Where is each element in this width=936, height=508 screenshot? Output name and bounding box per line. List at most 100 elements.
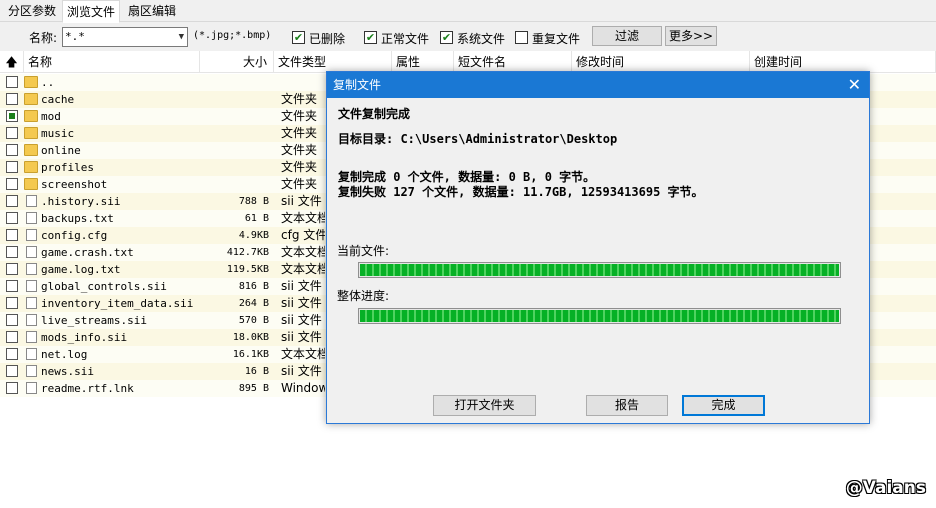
row-name: .. bbox=[41, 76, 55, 89]
deleted-label: 已删除 bbox=[309, 32, 346, 46]
open-folder-button[interactable]: 打开文件夹 bbox=[433, 395, 536, 416]
current-file-progress bbox=[358, 262, 841, 278]
row-size: 16 B bbox=[244, 366, 269, 377]
copy-fail-summary: 复制失败 127 个文件, 数据量: 11.7GB, 12593413695 字… bbox=[338, 185, 704, 199]
file-icon bbox=[26, 331, 37, 343]
row-name: net.log bbox=[41, 348, 88, 361]
report-button[interactable]: 报告 bbox=[586, 395, 668, 416]
row-type: cfg 文件 bbox=[281, 228, 325, 242]
duplicate-files-checkbox[interactable] bbox=[515, 31, 528, 44]
row-checkbox[interactable] bbox=[6, 263, 18, 275]
row-type: sii 文件 bbox=[281, 296, 322, 310]
row-size: 895 B bbox=[238, 383, 269, 394]
row-checkbox[interactable] bbox=[6, 127, 18, 139]
row-checkbox[interactable] bbox=[6, 331, 18, 343]
row-type: 文件夹 bbox=[281, 126, 318, 140]
deleted-checkbox[interactable]: ✔ bbox=[292, 31, 305, 44]
col-type[interactable]: 文件类型 bbox=[274, 51, 392, 73]
done-button[interactable]: 完成 bbox=[682, 395, 765, 416]
row-checkbox[interactable] bbox=[6, 93, 18, 105]
normal-files-checkbox[interactable]: ✔ bbox=[364, 31, 377, 44]
filter-button[interactable]: 过滤 bbox=[592, 26, 662, 46]
overall-progress-label: 整体进度: bbox=[337, 289, 390, 303]
row-size: 61 B bbox=[244, 213, 269, 224]
row-type: 文本文档 bbox=[281, 211, 325, 225]
tab-sector-edit[interactable]: 扇区编辑 bbox=[124, 2, 180, 22]
row-checkbox[interactable] bbox=[6, 348, 18, 360]
more-button[interactable]: 更多>> bbox=[665, 26, 717, 46]
overall-progress bbox=[358, 308, 841, 324]
tab-bar: 分区参数 浏览文件 扇区编辑 bbox=[0, 0, 936, 23]
row-type: 文件夹 bbox=[281, 177, 318, 191]
dialog-title: 复制文件 bbox=[333, 78, 382, 92]
name-filter-value: *.* bbox=[65, 30, 85, 43]
normal-files-label: 正常文件 bbox=[381, 32, 430, 46]
row-checkbox[interactable] bbox=[6, 178, 18, 190]
row-name: profiles bbox=[41, 161, 94, 174]
folder-icon bbox=[24, 144, 38, 156]
file-icon bbox=[26, 382, 37, 394]
row-checkbox[interactable] bbox=[6, 365, 18, 377]
row-type: 文本文档 bbox=[281, 347, 325, 361]
row-size: 119.5KB bbox=[226, 264, 269, 275]
up-arrow-icon[interactable]: 🡅 bbox=[0, 51, 24, 73]
row-name: backups.txt bbox=[41, 212, 114, 225]
system-files-checkbox[interactable]: ✔ bbox=[440, 31, 453, 44]
row-size: 412.7KB bbox=[226, 247, 269, 258]
row-checkbox[interactable] bbox=[6, 314, 18, 326]
row-name: config.cfg bbox=[41, 229, 108, 242]
file-icon bbox=[26, 314, 37, 326]
file-icon bbox=[26, 365, 37, 377]
col-modified[interactable]: 修改时间 bbox=[572, 51, 750, 73]
file-icon bbox=[26, 195, 37, 207]
row-type: 文件夹 bbox=[281, 92, 318, 106]
tab-browse-files[interactable]: 浏览文件 bbox=[62, 0, 121, 23]
row-size: 264 B bbox=[238, 298, 269, 309]
col-short-name[interactable]: 短文件名 bbox=[454, 51, 572, 73]
row-name: online bbox=[41, 144, 81, 157]
row-checkbox[interactable] bbox=[6, 280, 18, 292]
name-filter-hint: (*.jpg;*.bmp) bbox=[193, 30, 272, 41]
row-checkbox[interactable] bbox=[6, 382, 18, 394]
row-type: sii 文件 bbox=[281, 313, 322, 327]
tab-partition-params[interactable]: 分区参数 bbox=[4, 2, 60, 22]
file-icon bbox=[26, 246, 37, 258]
folder-icon bbox=[24, 76, 38, 88]
row-checkbox[interactable] bbox=[6, 297, 18, 309]
copy-files-dialog: 复制文件 ✕ 文件复制完成 目标目录: C:\Users\Administrat… bbox=[326, 71, 870, 424]
row-checkbox[interactable] bbox=[6, 195, 18, 207]
row-checkbox[interactable] bbox=[6, 246, 18, 258]
row-name: live_streams.sii bbox=[41, 314, 147, 327]
row-name: mod bbox=[41, 110, 61, 123]
row-size: 18.0KB bbox=[232, 332, 269, 343]
row-type: 文件夹 bbox=[281, 109, 318, 123]
row-type: sii 文件 bbox=[281, 194, 322, 208]
row-type: Windows bbox=[281, 381, 325, 395]
row-checkbox[interactable] bbox=[6, 212, 18, 224]
row-name: game.log.txt bbox=[41, 263, 121, 276]
file-icon bbox=[26, 212, 37, 224]
name-filter-combo[interactable]: *.* ▼ bbox=[62, 27, 188, 47]
row-checkbox[interactable] bbox=[6, 110, 18, 122]
row-checkbox[interactable] bbox=[6, 229, 18, 241]
target-directory: 目标目录: C:\Users\Administrator\Desktop bbox=[338, 132, 618, 146]
close-icon[interactable]: ✕ bbox=[848, 72, 861, 98]
chevron-down-icon[interactable]: ▼ bbox=[179, 28, 184, 46]
col-size[interactable]: 大小 bbox=[200, 51, 274, 73]
row-checkbox[interactable] bbox=[6, 144, 18, 156]
row-name: news.sii bbox=[41, 365, 94, 378]
row-name: inventory_item_data.sii bbox=[41, 297, 194, 310]
folder-icon bbox=[24, 127, 38, 139]
row-name: .history.sii bbox=[41, 195, 121, 208]
row-type: 文件夹 bbox=[281, 160, 318, 174]
filter-bar: 名称: *.* ▼ (*.jpg;*.bmp) ✔ 已删除 ✔ 正常文件 ✔ 系… bbox=[0, 23, 936, 51]
col-attr[interactable]: 属性 bbox=[392, 51, 454, 73]
row-checkbox[interactable] bbox=[6, 161, 18, 173]
col-created[interactable]: 创建时间 bbox=[750, 51, 936, 73]
row-size: 570 B bbox=[238, 315, 269, 326]
duplicate-files-label: 重复文件 bbox=[532, 32, 581, 46]
row-name: game.crash.txt bbox=[41, 246, 134, 259]
row-checkbox[interactable] bbox=[6, 76, 18, 88]
row-type: sii 文件 bbox=[281, 364, 322, 378]
col-name[interactable]: 名称 bbox=[24, 51, 200, 73]
